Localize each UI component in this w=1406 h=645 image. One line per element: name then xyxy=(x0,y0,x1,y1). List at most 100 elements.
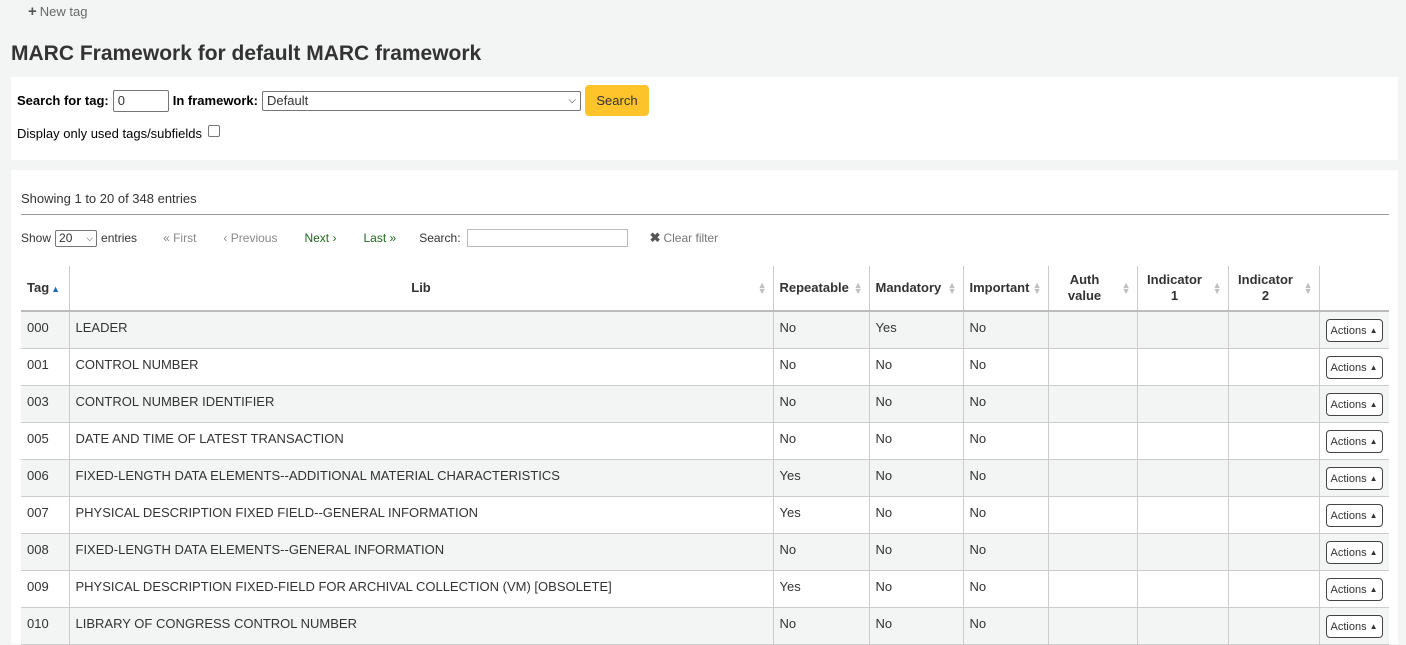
actions-button[interactable]: Actions ▲ xyxy=(1325,356,1383,379)
actions-button[interactable]: Actions ▲ xyxy=(1325,504,1383,527)
cell-mandatory: No xyxy=(868,459,963,497)
cell-lib: FIXED-LENGTH DATA ELEMENTS--ADDITIONAL M… xyxy=(68,459,773,497)
table-row: 010 LIBRARY OF CONGRESS CONTROL NUMBER No N… xyxy=(21,607,1389,645)
page-length-select[interactable]: 20 ⌵ xyxy=(55,229,98,247)
cell-auth-value xyxy=(1047,459,1137,497)
cell-lib: PHYSICAL DESCRIPTION FIXED FIELD--GENERA… xyxy=(68,496,773,534)
framework-select[interactable]: Default ⌵ xyxy=(262,90,581,111)
cell-repeatable: Yes xyxy=(772,459,869,497)
sort-icon: ▲ ▼ xyxy=(947,280,957,296)
entries-label: entries xyxy=(101,231,138,245)
table-row: 000 LEADER No Yes No Actions ▲ xyxy=(21,311,1389,349)
actions-button[interactable]: Actions ▲ xyxy=(1325,615,1383,638)
column-header-important[interactable]: Important ▲ ▼ xyxy=(962,266,1048,312)
cell-actions: Actions ▲ xyxy=(1318,422,1389,460)
actions-button[interactable]: Actions ▲ xyxy=(1325,430,1383,453)
chevron-left-icon: ‹ xyxy=(223,231,228,245)
cell-actions: Actions ▲ xyxy=(1318,385,1389,423)
cell-indicator1 xyxy=(1136,385,1228,423)
divider xyxy=(21,214,1389,215)
cell-indicator2 xyxy=(1227,459,1319,497)
cell-tag: 000 xyxy=(21,311,69,349)
column-header-repeatable[interactable]: Repeatable ▲ ▼ xyxy=(772,266,869,312)
cell-actions: Actions ▲ xyxy=(1318,459,1389,497)
last-page-button[interactable]: Last » xyxy=(363,231,396,245)
actions-button[interactable]: Actions ▲ xyxy=(1325,467,1383,490)
cell-indicator1 xyxy=(1136,311,1228,349)
tag-search-input[interactable] xyxy=(112,89,169,112)
table-row: 003 CONTROL NUMBER IDENTIFIER No No No Action… xyxy=(21,385,1389,423)
cell-repeatable: No xyxy=(772,607,869,645)
used-only-label: Display only used tags/subfields xyxy=(17,126,202,141)
column-header-auth-value[interactable]: Auth value ▲ ▼ xyxy=(1047,266,1137,312)
cell-lib: DATE AND TIME OF LATEST TRANSACTION xyxy=(68,422,773,460)
sort-icon: ▲ ▼ xyxy=(1212,280,1222,296)
page-title: MARC Framework for default MARC framewor… xyxy=(11,42,482,65)
table-toolbar: Show 20 ⌵ entries « First ‹ Previous Nex… xyxy=(21,229,718,247)
caret-up-icon: ▲ xyxy=(1369,622,1378,631)
cell-tag: 006 xyxy=(21,459,69,497)
actions-button[interactable]: Actions ▲ xyxy=(1325,319,1383,343)
table-row: 007 PHYSICAL DESCRIPTION FIXED FIELD--GEN… xyxy=(21,496,1389,534)
actions-button[interactable]: Actions ▲ xyxy=(1325,578,1383,601)
next-page-button[interactable]: Next › xyxy=(304,231,336,245)
caret-up-icon: ▲ xyxy=(1369,474,1378,483)
table-search-input[interactable] xyxy=(466,229,628,247)
cell-actions: Actions ▲ xyxy=(1318,348,1389,386)
sort-ascending-icon: ▲ xyxy=(51,283,61,294)
previous-page-button[interactable]: ‹ Previous xyxy=(223,231,277,245)
marc-tags-table: Tag ▲ Lib ▲ ▼ Repeatable ▲ ▼ Mandatory ▲ ▼ I… xyxy=(21,266,1389,645)
cell-indicator1 xyxy=(1136,607,1228,645)
cell-indicator2 xyxy=(1227,570,1319,608)
cell-indicator1 xyxy=(1136,422,1228,460)
cell-repeatable: No xyxy=(772,348,869,386)
chevron-right-icon: › xyxy=(332,231,337,245)
cell-tag: 003 xyxy=(21,385,69,423)
cell-indicator1 xyxy=(1136,348,1228,386)
cell-mandatory: No xyxy=(868,533,963,571)
search-button[interactable]: Search xyxy=(585,85,649,116)
cell-indicator2 xyxy=(1227,311,1319,349)
actions-button[interactable]: Actions ▲ xyxy=(1325,393,1383,416)
caret-up-icon: ▲ xyxy=(1369,585,1378,594)
table-body: 000 LEADER No Yes No Actions ▲ 001 CONTROL NUMBE… xyxy=(21,311,1389,645)
cell-lib: FIXED-LENGTH DATA ELEMENTS--GENERAL INFO… xyxy=(68,533,773,571)
cell-auth-value xyxy=(1047,311,1137,349)
first-page-button[interactable]: « First xyxy=(163,231,196,245)
cell-repeatable: No xyxy=(772,533,869,571)
cell-indicator2 xyxy=(1227,496,1319,534)
cell-important: No xyxy=(962,607,1048,645)
close-icon: ✖ xyxy=(649,230,661,245)
cell-indicator2 xyxy=(1227,607,1319,645)
cell-indicator2 xyxy=(1227,385,1319,423)
cell-mandatory: No xyxy=(868,385,963,423)
caret-up-icon: ▲ xyxy=(1369,548,1378,557)
cell-repeatable: No xyxy=(772,311,869,349)
table-header-row: Tag ▲ Lib ▲ ▼ Repeatable ▲ ▼ Mandatory ▲ ▼ I… xyxy=(21,266,1389,312)
table-row: 009 PHYSICAL DESCRIPTION FIXED-FIELD FOR … xyxy=(21,570,1389,608)
column-header-mandatory[interactable]: Mandatory ▲ ▼ xyxy=(868,266,963,312)
used-only-checkbox[interactable] xyxy=(208,124,220,137)
column-header-lib[interactable]: Lib ▲ ▼ xyxy=(68,266,773,312)
search-panel: Search for tag: In framework: Default ⌵ … xyxy=(11,77,1398,160)
cell-mandatory: No xyxy=(868,570,963,608)
column-header-indicator-1[interactable]: Indicator 1 ▲ ▼ xyxy=(1136,266,1228,312)
new-tag-button[interactable]: + New tag xyxy=(28,4,87,19)
cell-indicator2 xyxy=(1227,422,1319,460)
column-header-indicator-2[interactable]: Indicator 2 ▲ ▼ xyxy=(1227,266,1319,312)
cell-actions: Actions ▲ xyxy=(1318,496,1389,534)
clear-filter-button[interactable]: ✖ Clear filter xyxy=(650,230,719,246)
cell-mandatory: Yes xyxy=(868,311,963,349)
double-chevron-right-icon: » xyxy=(389,231,397,245)
cell-important: No xyxy=(962,385,1048,423)
sort-icon: ▲ ▼ xyxy=(1303,280,1313,296)
column-header-tag[interactable]: Tag ▲ xyxy=(21,266,69,312)
cell-important: No xyxy=(962,348,1048,386)
actions-button[interactable]: Actions ▲ xyxy=(1325,541,1383,564)
cell-tag: 010 xyxy=(21,607,69,645)
cell-important: No xyxy=(962,496,1048,534)
cell-important: No xyxy=(962,422,1048,460)
cell-auth-value xyxy=(1047,422,1137,460)
framework-label: In framework: xyxy=(172,93,258,108)
cell-important: No xyxy=(962,311,1048,349)
